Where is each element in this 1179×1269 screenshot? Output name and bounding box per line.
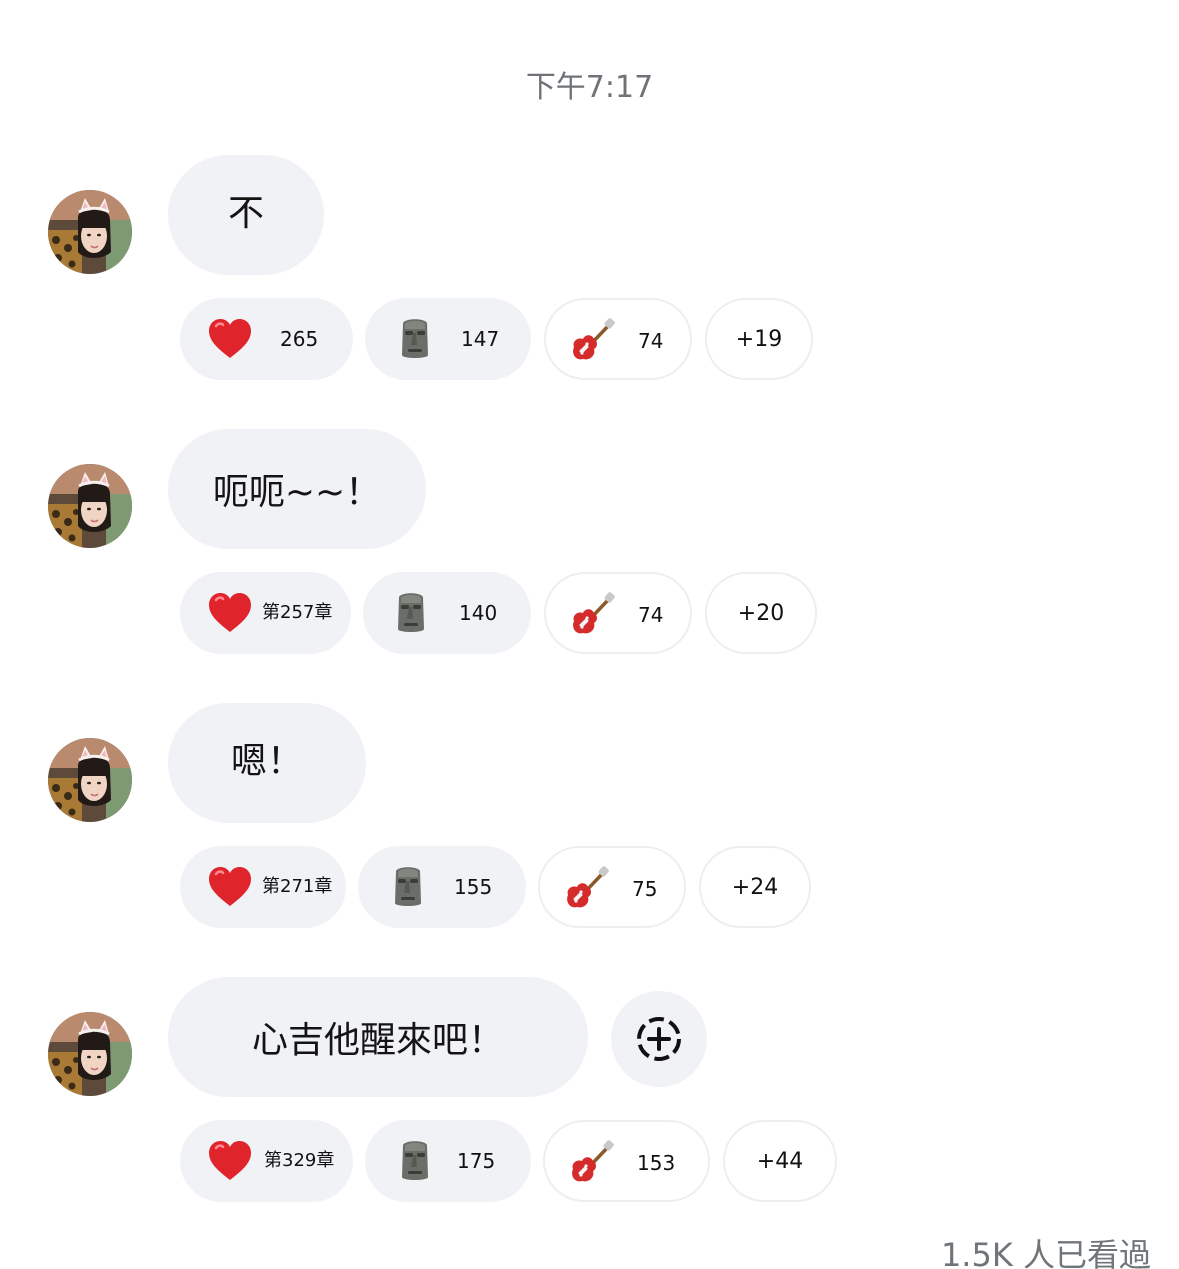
- reaction-count: 155: [454, 875, 493, 899]
- guitar-icon: [568, 317, 616, 365]
- reaction-count: 74: [638, 329, 664, 353]
- guitar-icon: [567, 1139, 615, 1187]
- reaction-count: 265: [280, 327, 319, 351]
- reaction-count: 175: [457, 1149, 496, 1173]
- more-reactions[interactable]: +24: [699, 846, 811, 928]
- message-row: 嗯！ 第271章 155 75 +24: [0, 703, 1179, 953]
- guitar-icon: [562, 865, 610, 913]
- reaction-heart[interactable]: 第257章: [180, 572, 351, 654]
- avatar[interactable]: [48, 190, 132, 274]
- message-row: 不 265 147 74 +19: [0, 155, 1179, 405]
- reaction-count: 153: [637, 1151, 676, 1175]
- message-row: 呃呃~~！ 第257章 140 74 +20: [0, 429, 1179, 679]
- avatar[interactable]: [48, 738, 132, 822]
- red-heart-icon: [206, 315, 254, 363]
- message-bubble[interactable]: 呃呃~~！: [168, 429, 426, 549]
- add-reaction-icon: [637, 1017, 681, 1061]
- chat-screen: 下午7:17 不 265 147 74 +19 呃呃~~！ 第257章 140 …: [0, 0, 1179, 1269]
- moai-icon: [384, 863, 432, 911]
- avatar[interactable]: [48, 1012, 132, 1096]
- reaction-count: 第271章: [262, 876, 333, 897]
- guitar-icon: [568, 591, 616, 639]
- reaction-moai[interactable]: 175: [365, 1120, 531, 1202]
- reaction-heart[interactable]: 第329章: [180, 1120, 353, 1202]
- reaction-moai[interactable]: 155: [358, 846, 526, 928]
- add-reaction-button[interactable]: [611, 991, 707, 1087]
- avatar[interactable]: [48, 464, 132, 548]
- reaction-count: 140: [459, 601, 498, 625]
- more-reactions[interactable]: +20: [705, 572, 817, 654]
- moai-icon: [387, 589, 435, 637]
- reaction-count: 74: [638, 603, 664, 627]
- red-heart-icon: [206, 589, 254, 637]
- reaction-moai[interactable]: 147: [365, 298, 531, 380]
- reaction-guitar[interactable]: 75: [538, 846, 686, 928]
- reaction-moai[interactable]: 140: [363, 572, 531, 654]
- reaction-heart[interactable]: 第271章: [180, 846, 346, 928]
- message-timestamp: 下午7:17: [525, 70, 654, 105]
- message-bubble[interactable]: 心吉他醒來吧！: [168, 977, 588, 1097]
- reaction-count: 147: [461, 327, 500, 351]
- seen-by-count: 1.5K 人已看過: [940, 1236, 1151, 1269]
- reaction-heart[interactable]: 265: [180, 298, 353, 380]
- reaction-guitar[interactable]: 153: [543, 1120, 710, 1202]
- more-reactions[interactable]: +19: [705, 298, 813, 380]
- red-heart-icon: [206, 863, 254, 911]
- reaction-count: 75: [632, 877, 658, 901]
- reaction-count: 第257章: [262, 602, 333, 623]
- red-heart-icon: [206, 1137, 254, 1185]
- message-bubble[interactable]: 嗯！: [168, 703, 366, 823]
- more-reactions[interactable]: +44: [723, 1120, 837, 1202]
- reaction-guitar[interactable]: 74: [544, 572, 692, 654]
- moai-icon: [391, 1137, 439, 1185]
- message-row: 心吉他醒來吧！ 第329章 175 153 +44: [0, 977, 1179, 1227]
- reaction-guitar[interactable]: 74: [544, 298, 692, 380]
- moai-icon: [391, 315, 439, 363]
- reaction-count: 第329章: [264, 1150, 335, 1171]
- message-bubble[interactable]: 不: [168, 155, 324, 275]
